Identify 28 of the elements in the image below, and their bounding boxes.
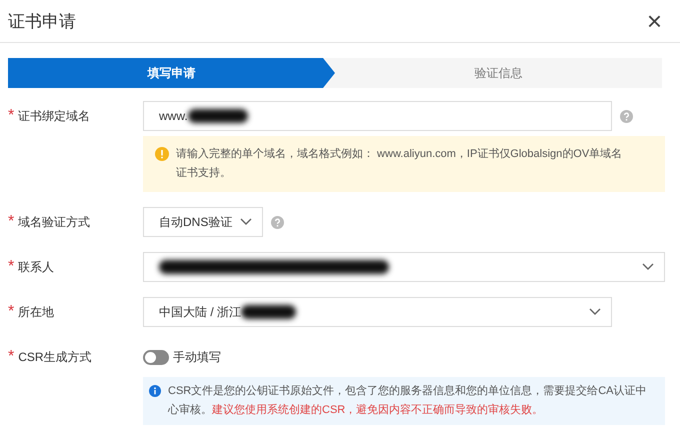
close-button[interactable]: ×	[646, 8, 662, 34]
field-label: CSR生成方式	[18, 349, 92, 366]
switch-label: 手动填写	[173, 348, 221, 366]
toggle-switch[interactable]	[143, 350, 169, 364]
help-icon[interactable]	[271, 216, 284, 228]
select-field[interactable]	[143, 252, 665, 282]
notice-text: CSR文件是您的公钥证书原始文件，包含了您的服务器信息和您的单位信息，需要提交给CA认证中心审核。建议您使用系统创建的CSR，避免因内容不正确而导致的审核失败。	[168, 384, 648, 418]
field-label: 所在地	[18, 304, 54, 321]
required-mark: *	[8, 348, 14, 366]
help-icon[interactable]	[620, 110, 633, 122]
required-mark: *	[8, 303, 14, 321]
chevron-down-icon	[240, 218, 252, 226]
required-mark: *	[8, 258, 14, 276]
chevron-down-icon	[642, 263, 654, 271]
dialog-title: 证书申请	[8, 10, 76, 32]
required-mark: *	[8, 107, 14, 125]
info-icon	[149, 385, 161, 397]
notice-text: 请输入完整的单个域名，域名格式例如： www.aliyun.com，IP证书仅Globalsign的OV单域名证书支持。	[176, 146, 624, 181]
step-tab[interactable]: 填写申请	[8, 58, 335, 88]
required-mark: *	[8, 213, 14, 231]
chevron-down-icon	[589, 308, 601, 316]
field-label: 联系人	[18, 259, 54, 276]
warning-icon	[155, 147, 169, 161]
field-label: 域名验证方式	[18, 214, 90, 231]
select-field[interactable]: 自动DNS验证	[143, 207, 263, 237]
select-field[interactable]: 中国大陆 / 浙江	[143, 297, 612, 327]
input-field[interactable]: www.	[143, 101, 612, 131]
field-label: 证书绑定域名	[18, 108, 90, 125]
